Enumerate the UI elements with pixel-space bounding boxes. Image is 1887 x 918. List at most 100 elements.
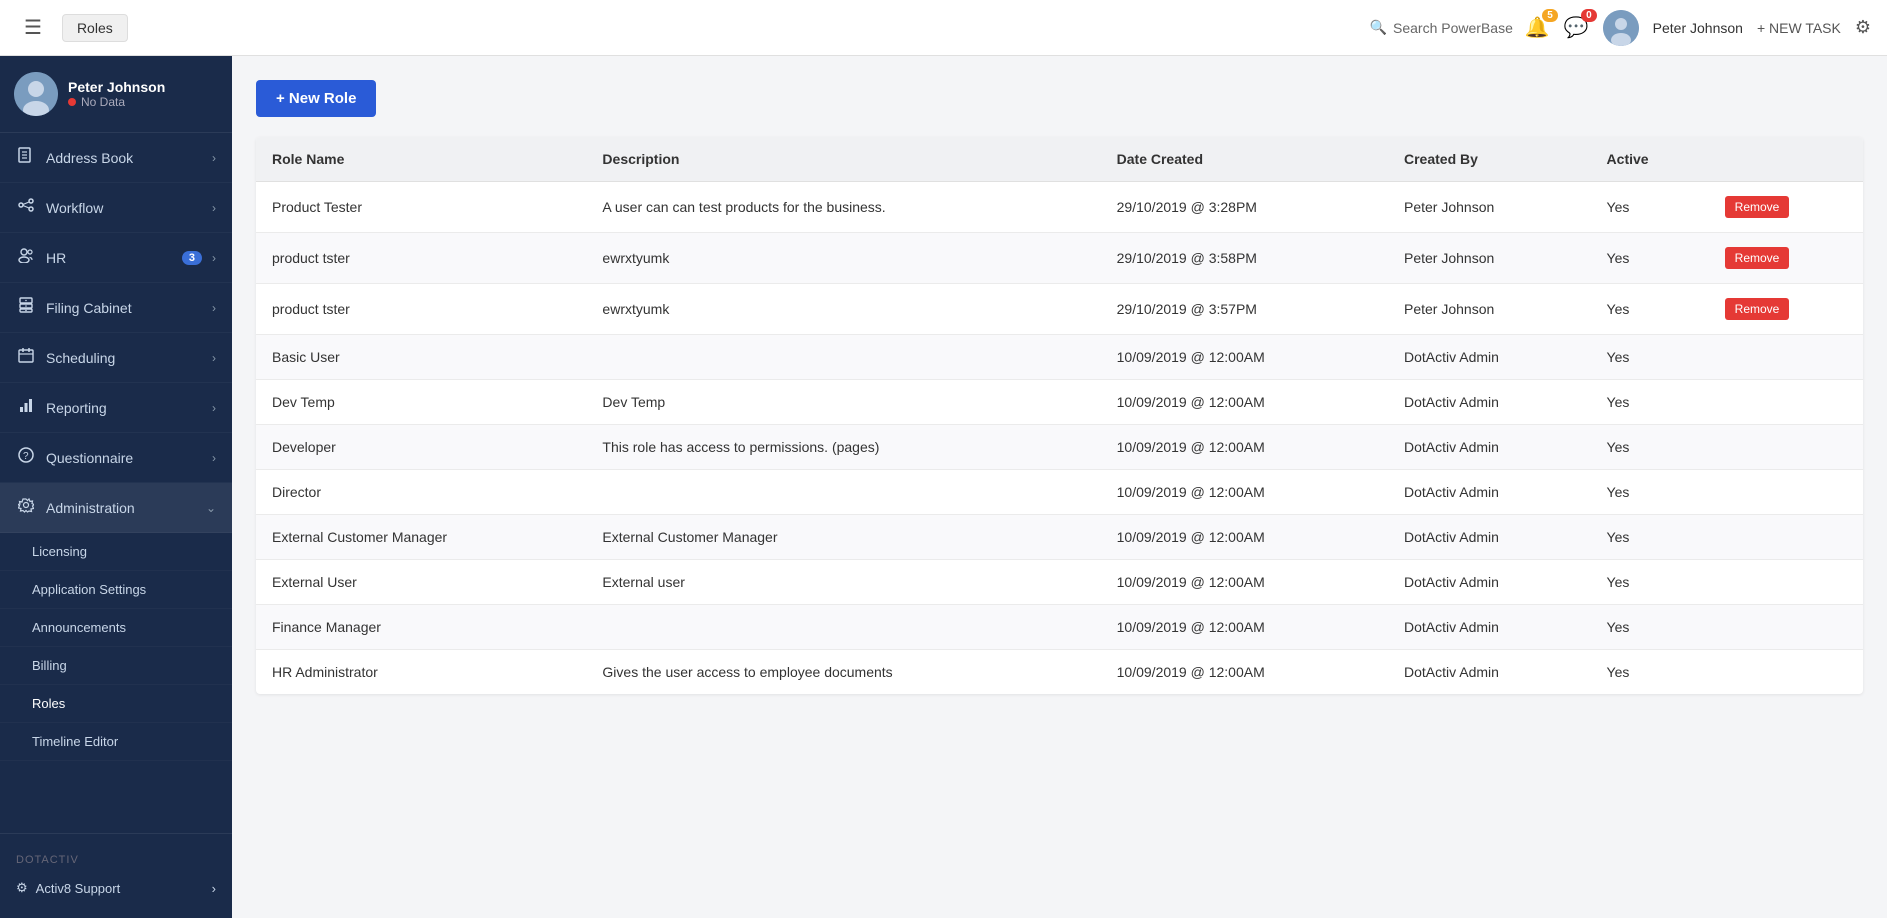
cell-actions: [1709, 425, 1863, 470]
message-icon[interactable]: 💬 0: [1564, 15, 1589, 40]
cell-date-created: 10/09/2019 @ 12:00AM: [1101, 470, 1388, 515]
subnav-item-timeline-editor[interactable]: Timeline Editor: [0, 723, 232, 761]
sidebar-item-label: Address Book: [46, 150, 202, 166]
cell-created-by: DotActiv Admin: [1388, 560, 1591, 605]
cell-description: External Customer Manager: [586, 515, 1100, 560]
cell-description: Dev Temp: [586, 380, 1100, 425]
remove-button[interactable]: Remove: [1725, 247, 1790, 269]
support-item[interactable]: ⚙ Activ8 Support ›: [16, 870, 216, 906]
settings-icon[interactable]: ⚙: [1855, 17, 1871, 38]
cell-created-by: DotActiv Admin: [1388, 335, 1591, 380]
cell-active: Yes: [1591, 182, 1709, 233]
cell-role-name: Dev Temp: [256, 380, 586, 425]
sidebar-footer: DOTACTIV ⚙ Activ8 Support ›: [0, 833, 232, 918]
subnav-item-application-settings[interactable]: Application Settings: [0, 571, 232, 609]
sidebar-item-reporting[interactable]: Reporting ›: [0, 383, 232, 433]
filing-cabinet-icon: [16, 297, 36, 318]
cell-actions: [1709, 470, 1863, 515]
cell-actions: [1709, 380, 1863, 425]
support-icon: ⚙: [16, 880, 28, 896]
workflow-icon: [16, 197, 36, 218]
cell-role-name: Product Tester: [256, 182, 586, 233]
message-count: 0: [1581, 9, 1597, 22]
cell-date-created: 10/09/2019 @ 12:00AM: [1101, 515, 1388, 560]
col-header-description: Description: [586, 137, 1100, 182]
dotactiv-label: DOTACTIV: [16, 846, 216, 870]
sidebar-item-label: HR: [46, 250, 172, 266]
hamburger-menu[interactable]: ☰: [16, 11, 50, 44]
table-row: Dev TempDev Temp10/09/2019 @ 12:00AMDotA…: [256, 380, 1863, 425]
col-header-actions: [1709, 137, 1863, 182]
subnav-item-roles[interactable]: Roles: [0, 685, 232, 723]
cell-actions: Remove: [1709, 284, 1863, 335]
subnav-label: Licensing: [32, 544, 87, 559]
cell-date-created: 29/10/2019 @ 3:57PM: [1101, 284, 1388, 335]
notification-count: 5: [1542, 9, 1558, 22]
remove-button[interactable]: Remove: [1725, 196, 1790, 218]
cell-actions: [1709, 605, 1863, 650]
sidebar-avatar: [14, 72, 58, 116]
subnav-item-billing[interactable]: Billing: [0, 647, 232, 685]
col-header-active: Active: [1591, 137, 1709, 182]
subnav-item-announcements[interactable]: Announcements: [0, 609, 232, 647]
cell-description: ewrxtyumk: [586, 233, 1100, 284]
subnav-label: Announcements: [32, 620, 126, 635]
sidebar-item-questionnaire[interactable]: ? Questionnaire ›: [0, 433, 232, 483]
sidebar-item-hr[interactable]: HR 3 ›: [0, 233, 232, 283]
table-row: product tsterewrxtyumk29/10/2019 @ 3:57P…: [256, 284, 1863, 335]
cell-created-by: DotActiv Admin: [1388, 380, 1591, 425]
chevron-right-icon: ›: [212, 451, 216, 465]
table-row: External UserExternal user10/09/2019 @ 1…: [256, 560, 1863, 605]
cell-created-by: DotActiv Admin: [1388, 605, 1591, 650]
sidebar-item-label: Scheduling: [46, 350, 202, 366]
remove-button[interactable]: Remove: [1725, 298, 1790, 320]
sidebar-item-workflow[interactable]: Workflow ›: [0, 183, 232, 233]
topbar: ☰ Roles 🔍 Search PowerBase 🔔 5 💬 0 Peter…: [0, 0, 1887, 56]
cell-date-created: 10/09/2019 @ 12:00AM: [1101, 335, 1388, 380]
cell-date-created: 29/10/2019 @ 3:28PM: [1101, 182, 1388, 233]
cell-role-name: HR Administrator: [256, 650, 586, 695]
search-bar[interactable]: 🔍 Search PowerBase: [1370, 19, 1513, 36]
new-task-button[interactable]: + NEW TASK: [1757, 20, 1841, 36]
sidebar-item-filing-cabinet[interactable]: Filing Cabinet ›: [0, 283, 232, 333]
cell-role-name: External Customer Manager: [256, 515, 586, 560]
support-label: Activ8 Support: [36, 881, 121, 896]
cell-active: Yes: [1591, 284, 1709, 335]
cell-date-created: 29/10/2019 @ 3:58PM: [1101, 233, 1388, 284]
table-row: Director10/09/2019 @ 12:00AMDotActiv Adm…: [256, 470, 1863, 515]
hr-badge: 3: [182, 251, 202, 265]
cell-actions: Remove: [1709, 233, 1863, 284]
cell-role-name: Director: [256, 470, 586, 515]
notification-bell[interactable]: 🔔 5: [1525, 15, 1550, 40]
table-row: External Customer ManagerExternal Custom…: [256, 515, 1863, 560]
roles-table: Role Name Description Date Created Creat…: [256, 137, 1863, 694]
cell-role-name: Basic User: [256, 335, 586, 380]
sidebar-item-address-book[interactable]: Address Book ›: [0, 133, 232, 183]
cell-description: [586, 605, 1100, 650]
subnav-item-licensing[interactable]: Licensing: [0, 533, 232, 571]
cell-date-created: 10/09/2019 @ 12:00AM: [1101, 650, 1388, 695]
search-label: Search PowerBase: [1393, 20, 1513, 36]
cell-actions: [1709, 560, 1863, 605]
new-role-button[interactable]: + New Role: [256, 80, 376, 117]
cell-description: [586, 470, 1100, 515]
cell-description: [586, 335, 1100, 380]
cell-active: Yes: [1591, 470, 1709, 515]
table-row: Finance Manager10/09/2019 @ 12:00AMDotAc…: [256, 605, 1863, 650]
chevron-right-icon: ›: [212, 201, 216, 215]
chevron-right-icon: ›: [212, 151, 216, 165]
sidebar-user-profile: Peter Johnson No Data: [0, 56, 232, 133]
cell-active: Yes: [1591, 650, 1709, 695]
table-row: Basic User 10/09/2019 @ 12:00AMDotActiv A…: [256, 335, 1863, 380]
cell-description: This role has access to permissions. (pa…: [586, 425, 1100, 470]
sidebar-nav: Address Book › Workflow › HR 3 ›: [0, 133, 232, 833]
avatar[interactable]: [1603, 10, 1639, 46]
cell-created-by: Peter Johnson: [1388, 182, 1591, 233]
sidebar-item-label: Reporting: [46, 400, 202, 416]
cell-created-by: DotActiv Admin: [1388, 425, 1591, 470]
sidebar-item-administration[interactable]: Administration ⌄: [0, 483, 232, 533]
sidebar-item-scheduling[interactable]: Scheduling ›: [0, 333, 232, 383]
cell-actions: [1709, 515, 1863, 560]
cell-active: Yes: [1591, 560, 1709, 605]
scheduling-icon: [16, 347, 36, 368]
